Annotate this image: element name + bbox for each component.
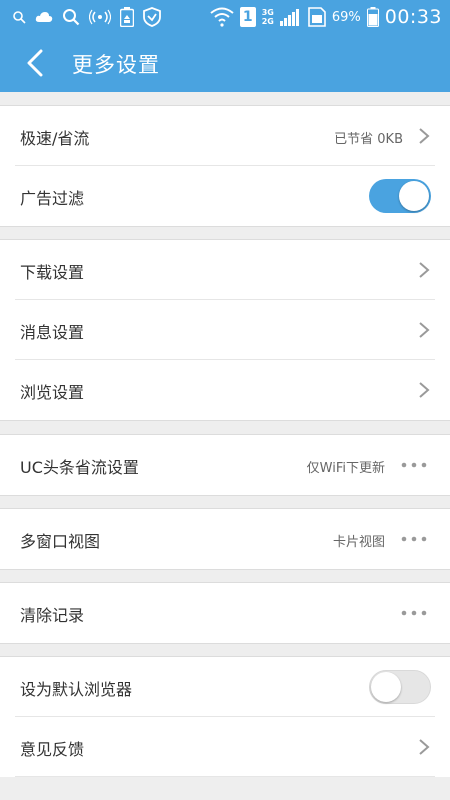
saved-amount-value: 已节省 0KB: [334, 132, 403, 147]
chevron-right-icon: [419, 382, 430, 398]
feedback-label: 意见反馈: [20, 740, 85, 759]
more-dots-icon[interactable]: [401, 536, 427, 542]
sim-slot-number: 1: [242, 9, 253, 25]
wifi-icon: [210, 7, 234, 27]
signal-icon: [279, 7, 302, 27]
speed-saving-row[interactable]: 极速/省流 已节省 0KB: [15, 106, 435, 166]
clear-history-label: 清除记录: [20, 606, 85, 625]
toggle-knob: [399, 181, 429, 211]
ad-filter-label: 广告过滤: [20, 189, 85, 208]
toggle-knob: [371, 672, 401, 702]
recycle-battery-icon: [120, 7, 134, 27]
more-dots-icon[interactable]: [401, 610, 427, 616]
multi-window-value: 卡片视图: [332, 535, 385, 550]
speed-saving-label: 极速/省流: [20, 129, 90, 148]
settings-group-traffic: 极速/省流 已节省 0KB 广告过滤: [0, 105, 450, 227]
sim-slot-icon: 1: [239, 7, 256, 27]
battery-icon: [366, 7, 379, 27]
network-type-bottom: 2G: [261, 17, 274, 26]
message-settings-row[interactable]: 消息设置: [15, 300, 435, 360]
chevron-right-icon: [419, 739, 430, 755]
shield-icon: [143, 7, 161, 27]
settings-group-headline: UC头条省流设置 仅WiFi下更新: [0, 434, 450, 496]
feedback-row[interactable]: 意见反馈: [15, 717, 435, 777]
battery-percent: 69%: [331, 9, 361, 25]
sim-card-icon: [308, 7, 326, 27]
cloud-icon: [35, 10, 53, 24]
browse-settings-label: 浏览设置: [20, 383, 85, 402]
clear-history-row[interactable]: 清除记录: [15, 583, 435, 643]
search-small-icon: [12, 10, 26, 24]
browse-settings-row[interactable]: 浏览设置: [15, 360, 435, 420]
download-settings-label: 下载设置: [20, 263, 85, 282]
default-browser-label: 设为默认浏览器: [20, 680, 133, 699]
settings-group-general: 下载设置 消息设置 浏览设置: [0, 239, 450, 421]
settings-group-window: 多窗口视图 卡片视图: [0, 508, 450, 570]
title-bar: 更多设置: [0, 34, 450, 92]
page-title: 更多设置: [72, 53, 160, 77]
chevron-right-icon: [419, 262, 430, 278]
uc-headline-row[interactable]: UC头条省流设置 仅WiFi下更新: [15, 435, 435, 495]
status-bar: 1 3G 2G 69% 00:33: [0, 0, 450, 34]
more-dots-icon[interactable]: [401, 462, 427, 468]
ad-filter-toggle[interactable]: [369, 179, 431, 213]
default-browser-row: 设为默认浏览器: [15, 657, 435, 717]
hotspot-icon: [89, 9, 111, 25]
message-settings-label: 消息设置: [20, 323, 85, 342]
search-icon: [62, 8, 80, 26]
network-type: 3G 2G: [262, 8, 274, 26]
settings-group-clear: 清除记录: [0, 582, 450, 644]
multi-window-row[interactable]: 多窗口视图 卡片视图: [15, 509, 435, 569]
network-type-top: 3G: [261, 8, 274, 17]
back-button[interactable]: [18, 46, 52, 80]
ad-filter-row: 广告过滤: [15, 166, 435, 226]
uc-headline-value: 仅WiFi下更新: [306, 461, 385, 476]
chevron-right-icon: [419, 128, 430, 144]
uc-headline-label: UC头条省流设置: [20, 458, 139, 477]
multi-window-label: 多窗口视图: [20, 532, 101, 551]
chevron-right-icon: [419, 322, 430, 338]
clock-time: 00:33: [384, 6, 442, 28]
settings-group-other: 设为默认浏览器 意见反馈: [0, 656, 450, 777]
default-browser-toggle[interactable]: [369, 670, 431, 704]
download-settings-row[interactable]: 下载设置: [15, 240, 435, 300]
back-arrow-icon: [27, 49, 43, 77]
